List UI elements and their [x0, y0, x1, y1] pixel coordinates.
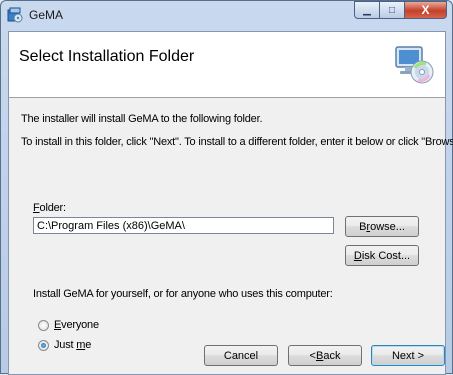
folder-label: Folder:: [33, 202, 66, 214]
everyone-label[interactable]: Everyone: [54, 319, 99, 331]
browse-button[interactable]: Br owse...: [345, 216, 419, 237]
caption-buttons: ▁ □ X: [354, 1, 447, 21]
just-me-radio[interactable]: [38, 340, 49, 351]
install-scope-text: Install GeMA for yourself, or for anyone…: [33, 288, 333, 300]
cancel-button[interactable]: Cancel: [204, 345, 278, 366]
everyone-radio[interactable]: [38, 320, 49, 331]
maximize-button[interactable]: □: [379, 1, 405, 19]
just-me-label[interactable]: Just me: [54, 339, 91, 351]
back-button[interactable]: < Back: [288, 345, 362, 366]
maximize-icon: □: [388, 4, 396, 16]
computer-cd-icon: [393, 44, 435, 86]
disk-cost-button[interactable]: Disk Cost...: [345, 245, 419, 266]
folder-path-input[interactable]: [33, 217, 334, 234]
next-button[interactable]: Next >: [371, 345, 445, 366]
installer-icon: [7, 7, 23, 23]
page-title: Select Installation Folder: [19, 48, 195, 65]
window-title: GeMA: [29, 8, 64, 22]
dialog-client-area: Select Installation Folder The installer…: [8, 31, 453, 375]
minimize-button[interactable]: ▁: [354, 1, 380, 19]
intro-text: The installer will install GeMA to the f…: [21, 113, 263, 125]
header-banner: Select Installation Folder: [9, 32, 445, 98]
close-icon: X: [421, 3, 430, 17]
installer-window: GeMA ▁ □ X Select Installation Folder Th…: [0, 0, 453, 375]
title-bar[interactable]: GeMA ▁ □ X: [1, 1, 452, 31]
instructions-text: To install in this folder, click "Next".…: [21, 136, 453, 148]
radio-selected-dot: [41, 343, 46, 348]
close-button[interactable]: X: [404, 1, 447, 19]
minimize-icon: ▁: [363, 4, 371, 16]
